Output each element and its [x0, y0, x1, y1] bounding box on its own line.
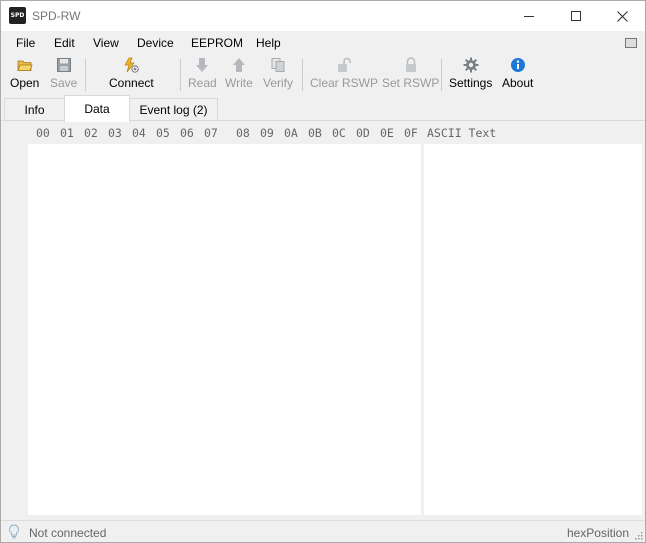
toolbar-separator	[441, 59, 442, 91]
clear-rswp-label: Clear RSWP	[310, 76, 379, 90]
tab-info-label: Info	[24, 103, 45, 117]
hex-column-label: 0B	[308, 126, 322, 140]
toolbar-separator	[85, 59, 86, 91]
close-button[interactable]	[599, 1, 645, 31]
hex-column-label: 05	[156, 126, 170, 140]
hex-column-label: 03	[108, 126, 122, 140]
menu-view[interactable]: View	[93, 36, 119, 50]
hex-editor: 00 01 02 03 04 05 06 07 08 09 0A 0B 0C 0…	[4, 121, 642, 518]
open-label: Open	[10, 76, 40, 90]
connect-label: Connect	[109, 76, 154, 90]
verify-button[interactable]: Verify	[263, 57, 293, 93]
tab-data[interactable]: Data	[64, 95, 130, 122]
tab-strip: Info Data Event log (2)	[1, 94, 645, 122]
settings-label: Settings	[449, 76, 493, 90]
set-rswp-button[interactable]: Set RSWP	[382, 57, 439, 93]
set-rswp-label: Set RSWP	[382, 76, 440, 90]
ascii-text-pane[interactable]	[424, 144, 640, 515]
editor-bottom-border	[4, 515, 642, 518]
floppy-disk-icon	[56, 57, 72, 73]
hex-position-status: hexPosition	[566, 526, 629, 540]
tab-event-log[interactable]: Event log (2)	[129, 98, 218, 121]
close-icon	[616, 10, 628, 22]
verify-pages-icon	[270, 57, 286, 73]
info-icon	[510, 57, 526, 73]
menu-eeprom[interactable]: EEPROM	[191, 36, 243, 50]
hex-column-label: 02	[84, 126, 98, 140]
title-bar[interactable]: SPD SPD-RW	[1, 1, 645, 31]
lightbulb-icon	[9, 524, 19, 539]
menu-edit[interactable]: Edit	[54, 36, 75, 50]
hex-column-label: 09	[260, 126, 274, 140]
maximize-icon	[571, 11, 581, 21]
app-icon: SPD	[9, 7, 26, 24]
write-label: Write	[225, 76, 253, 90]
hex-column-label: 08	[236, 126, 250, 140]
hex-column-label: 07	[204, 126, 218, 140]
about-label: About	[502, 76, 534, 90]
save-label: Save	[50, 76, 78, 90]
verify-label: Verify	[263, 76, 294, 90]
toolbar-separator	[302, 59, 303, 91]
window-title: SPD-RW	[32, 9, 81, 23]
toolbar-separator	[180, 59, 181, 91]
menu-bar: File Edit View Device EEPROM Help	[1, 32, 645, 54]
hex-column-label: 06	[180, 126, 194, 140]
hex-column-label: 0D	[356, 126, 370, 140]
unlock-icon	[336, 57, 352, 73]
minimize-button[interactable]	[506, 1, 552, 31]
hex-column-label: 01	[60, 126, 74, 140]
resize-grip-icon[interactable]	[633, 530, 643, 540]
open-button[interactable]: Open	[10, 57, 39, 93]
tab-event-log-label: Event log (2)	[139, 103, 208, 117]
hex-column-label: 04	[132, 126, 146, 140]
lock-icon	[403, 57, 419, 73]
connect-plug-icon	[123, 57, 139, 73]
toolbar: Open Save Connect Read Write Verify Clea…	[1, 55, 645, 93]
line-number-gutter	[4, 144, 28, 515]
hex-column-label: 0F	[404, 126, 418, 140]
menu-device[interactable]: Device	[137, 36, 174, 50]
save-button[interactable]: Save	[50, 57, 77, 93]
hex-column-label: 0C	[332, 126, 346, 140]
about-button[interactable]: About	[502, 57, 533, 93]
app-window: SPD SPD-RW File Edit View Device EEPROM …	[0, 0, 646, 543]
gear-icon	[463, 57, 479, 73]
tab-data-label: Data	[84, 102, 110, 116]
settings-button[interactable]: Settings	[449, 57, 492, 93]
hex-column-label: 0E	[380, 126, 394, 140]
ascii-column-label: ASCII Text	[427, 126, 497, 140]
hex-column-label: 00	[36, 126, 50, 140]
menu-file[interactable]: File	[16, 36, 35, 50]
status-bar: Not connected hexPosition	[1, 520, 645, 542]
write-button[interactable]: Write	[225, 57, 253, 93]
read-button[interactable]: Read	[188, 57, 217, 93]
connection-status: Not connected	[29, 526, 107, 540]
menu-help[interactable]: Help	[256, 36, 281, 50]
folder-open-icon	[17, 57, 33, 73]
menu-restore-icon[interactable]	[625, 38, 637, 48]
arrow-down-icon	[194, 57, 210, 73]
read-label: Read	[188, 76, 217, 90]
minimize-icon	[524, 15, 534, 17]
clear-rswp-button[interactable]: Clear RSWP	[310, 57, 378, 93]
connect-button[interactable]: Connect	[109, 57, 154, 93]
hex-column-label: 0A	[284, 126, 298, 140]
hex-column-header: 00 01 02 03 04 05 06 07 08 09 0A 0B 0C 0…	[4, 121, 642, 144]
arrow-up-icon	[231, 57, 247, 73]
tab-info[interactable]: Info	[4, 98, 65, 121]
hex-data-pane[interactable]	[28, 144, 421, 515]
maximize-button[interactable]	[553, 1, 599, 31]
